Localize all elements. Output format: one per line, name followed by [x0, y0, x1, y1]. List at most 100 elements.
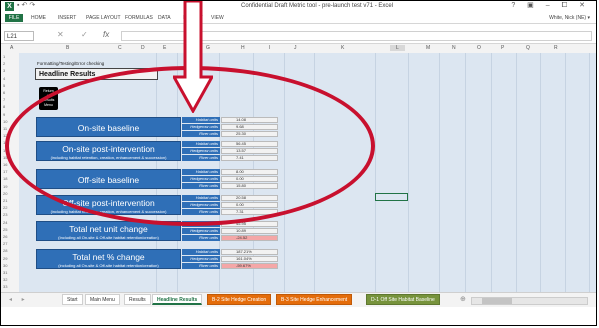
row-header[interactable]: 32 [3, 277, 7, 282]
row-header[interactable]: 10 [3, 119, 7, 124]
row-header[interactable]: 7 [3, 97, 5, 102]
unit-value-cell[interactable]: 56.45 [221, 141, 278, 147]
row-header[interactable]: 30 [3, 263, 7, 268]
column-header[interactable]: J [294, 45, 297, 51]
row-header[interactable]: 24 [3, 220, 7, 225]
column-header[interactable]: O [477, 45, 481, 51]
row-header[interactable]: 27 [3, 241, 7, 246]
insert-function-icon[interactable]: fx [103, 30, 109, 39]
column-header[interactable]: K [341, 45, 344, 51]
unit-value-cell[interactable]: 13.57 [221, 148, 278, 154]
column-header-selected[interactable]: L [390, 45, 405, 51]
row-header[interactable]: 1 [3, 54, 5, 59]
row-header[interactable]: 23 [3, 212, 7, 217]
row-header[interactable]: 25 [3, 227, 7, 232]
row-header[interactable]: 16 [3, 162, 7, 167]
row-header[interactable]: 5 [3, 83, 5, 88]
unit-value-cell[interactable]: 20.58 [221, 195, 278, 201]
row-header[interactable]: 26 [3, 234, 7, 239]
row-header[interactable]: 29 [3, 256, 7, 261]
tab-formulas[interactable]: FORMULAS [125, 15, 153, 21]
file-tab[interactable]: FILE [5, 14, 23, 22]
row-header[interactable]: 8 [3, 104, 5, 109]
column-header[interactable]: G [206, 45, 210, 51]
formula-input[interactable] [121, 31, 592, 41]
column-header[interactable]: N [452, 45, 456, 51]
sheet-tab-start[interactable]: Start [62, 294, 83, 305]
row-header[interactable]: 19 [3, 184, 7, 189]
unit-value-cell[interactable]: 25.30 [221, 131, 278, 137]
row-header[interactable]: 14 [3, 148, 7, 153]
column-header[interactable]: M [426, 45, 430, 51]
worksheet-grid[interactable]: Formatting/Testing/Error checking Headli… [19, 53, 596, 292]
unit-value-cell[interactable]: 9.68 [221, 124, 278, 130]
row-header[interactable]: 12 [3, 133, 7, 138]
row-header[interactable]: 33 [3, 284, 7, 289]
window-controls[interactable]: ? ▣ – ⧠ ✕ [511, 1, 590, 10]
column-header[interactable]: R [554, 45, 558, 51]
unit-value-cell[interactable]: 45.95 [221, 221, 278, 227]
tab-page-layout[interactable]: PAGE LAYOUT [86, 15, 121, 21]
unit-value-cell[interactable]: 161.04% [221, 256, 278, 262]
row-header[interactable]: 28 [3, 248, 7, 253]
tab-data[interactable]: DATA [158, 15, 171, 21]
tab-view[interactable]: VIEW [211, 15, 224, 21]
row-header[interactable]: 15 [3, 155, 7, 160]
sheet-tab-main-menu[interactable]: Main Menu [85, 294, 120, 305]
sheet-nav-arrows[interactable]: ◂ ▸ [9, 296, 29, 303]
redo-icon[interactable]: ↷ [29, 2, 37, 9]
tab-review[interactable]: REVIEW [183, 15, 203, 21]
row-header[interactable]: 2 [3, 61, 5, 66]
tab-home[interactable]: HOME [31, 15, 46, 21]
row-header[interactable]: 6 [3, 90, 5, 95]
sheet-tab-headline-results[interactable]: Headline Results [152, 294, 203, 305]
scrollbar-thumb[interactable] [482, 298, 512, 304]
row-header[interactable]: 3 [3, 68, 5, 73]
tab-insert[interactable]: INSERT [58, 15, 76, 21]
unit-value-cell[interactable]: -24.52 [221, 235, 278, 241]
row-header[interactable]: 22 [3, 205, 7, 210]
unit-value-cell[interactable]: 14.08 [221, 117, 278, 123]
sheet-tab-b3-site-hedge-enhancement[interactable]: B-3 Site Hedge Enhancement [276, 294, 353, 305]
column-header[interactable]: C [118, 45, 122, 51]
row-header[interactable]: 20 [3, 191, 7, 196]
return-to-results-menu-button[interactable]: Return to Results Menu [39, 87, 58, 110]
row-header[interactable]: 4 [3, 76, 5, 81]
name-box[interactable]: L21 [4, 31, 34, 41]
unit-value-cell[interactable]: 8.00 [221, 169, 278, 175]
column-header[interactable]: E [163, 45, 166, 51]
column-header[interactable]: H [241, 45, 245, 51]
column-header[interactable]: A [10, 45, 13, 51]
row-header[interactable]: 9 [3, 112, 5, 117]
quick-access-toolbar[interactable]: ▪↶↷ [17, 1, 37, 9]
column-header[interactable]: B [66, 45, 69, 51]
row-header[interactable]: 31 [3, 270, 7, 275]
unit-value-cell[interactable]: 0.00 [221, 202, 278, 208]
row-header[interactable]: 13 [3, 140, 7, 145]
column-header[interactable]: Q [526, 45, 530, 51]
sheet-tab-results[interactable]: Results [124, 294, 151, 305]
sheet-tab-b2-site-hedge-creation[interactable]: B-2 Site Hedge Creation [207, 294, 272, 305]
row-header[interactable]: 11 [3, 126, 7, 131]
cancel-icon[interactable]: ✕ [57, 30, 64, 39]
add-sheet-icon[interactable]: ⊕ [460, 295, 466, 303]
column-header[interactable]: D [141, 45, 145, 51]
unit-value-cell[interactable]: 0.00 [221, 176, 278, 182]
column-header[interactable]: P [501, 45, 504, 51]
unit-value-cell[interactable]: 7.31 [221, 209, 278, 215]
row-header[interactable]: 21 [3, 198, 7, 203]
enter-icon[interactable]: ✓ [81, 30, 88, 39]
column-header[interactable]: F [184, 45, 187, 51]
unit-value-cell[interactable]: 187.21% [221, 249, 278, 255]
selected-cell-L21[interactable] [375, 193, 408, 201]
row-header[interactable]: 17 [3, 169, 7, 174]
row-header[interactable]: 18 [3, 176, 7, 181]
unit-value-cell[interactable]: 10.89 [221, 228, 278, 234]
horizontal-scrollbar[interactable] [471, 297, 588, 305]
column-header[interactable]: I [269, 45, 270, 51]
unit-value-cell[interactable]: 7.41 [221, 155, 278, 161]
unit-value-cell[interactable]: 15.80 [221, 183, 278, 189]
sheet-tab-d1-off-site-habitat-baseline[interactable]: D-1 Off Site Habitat Baseline [366, 294, 440, 305]
user-account[interactable]: White, Nick (NE) ▾ [549, 15, 590, 21]
unit-value-cell[interactable]: -59.67% [221, 263, 278, 269]
